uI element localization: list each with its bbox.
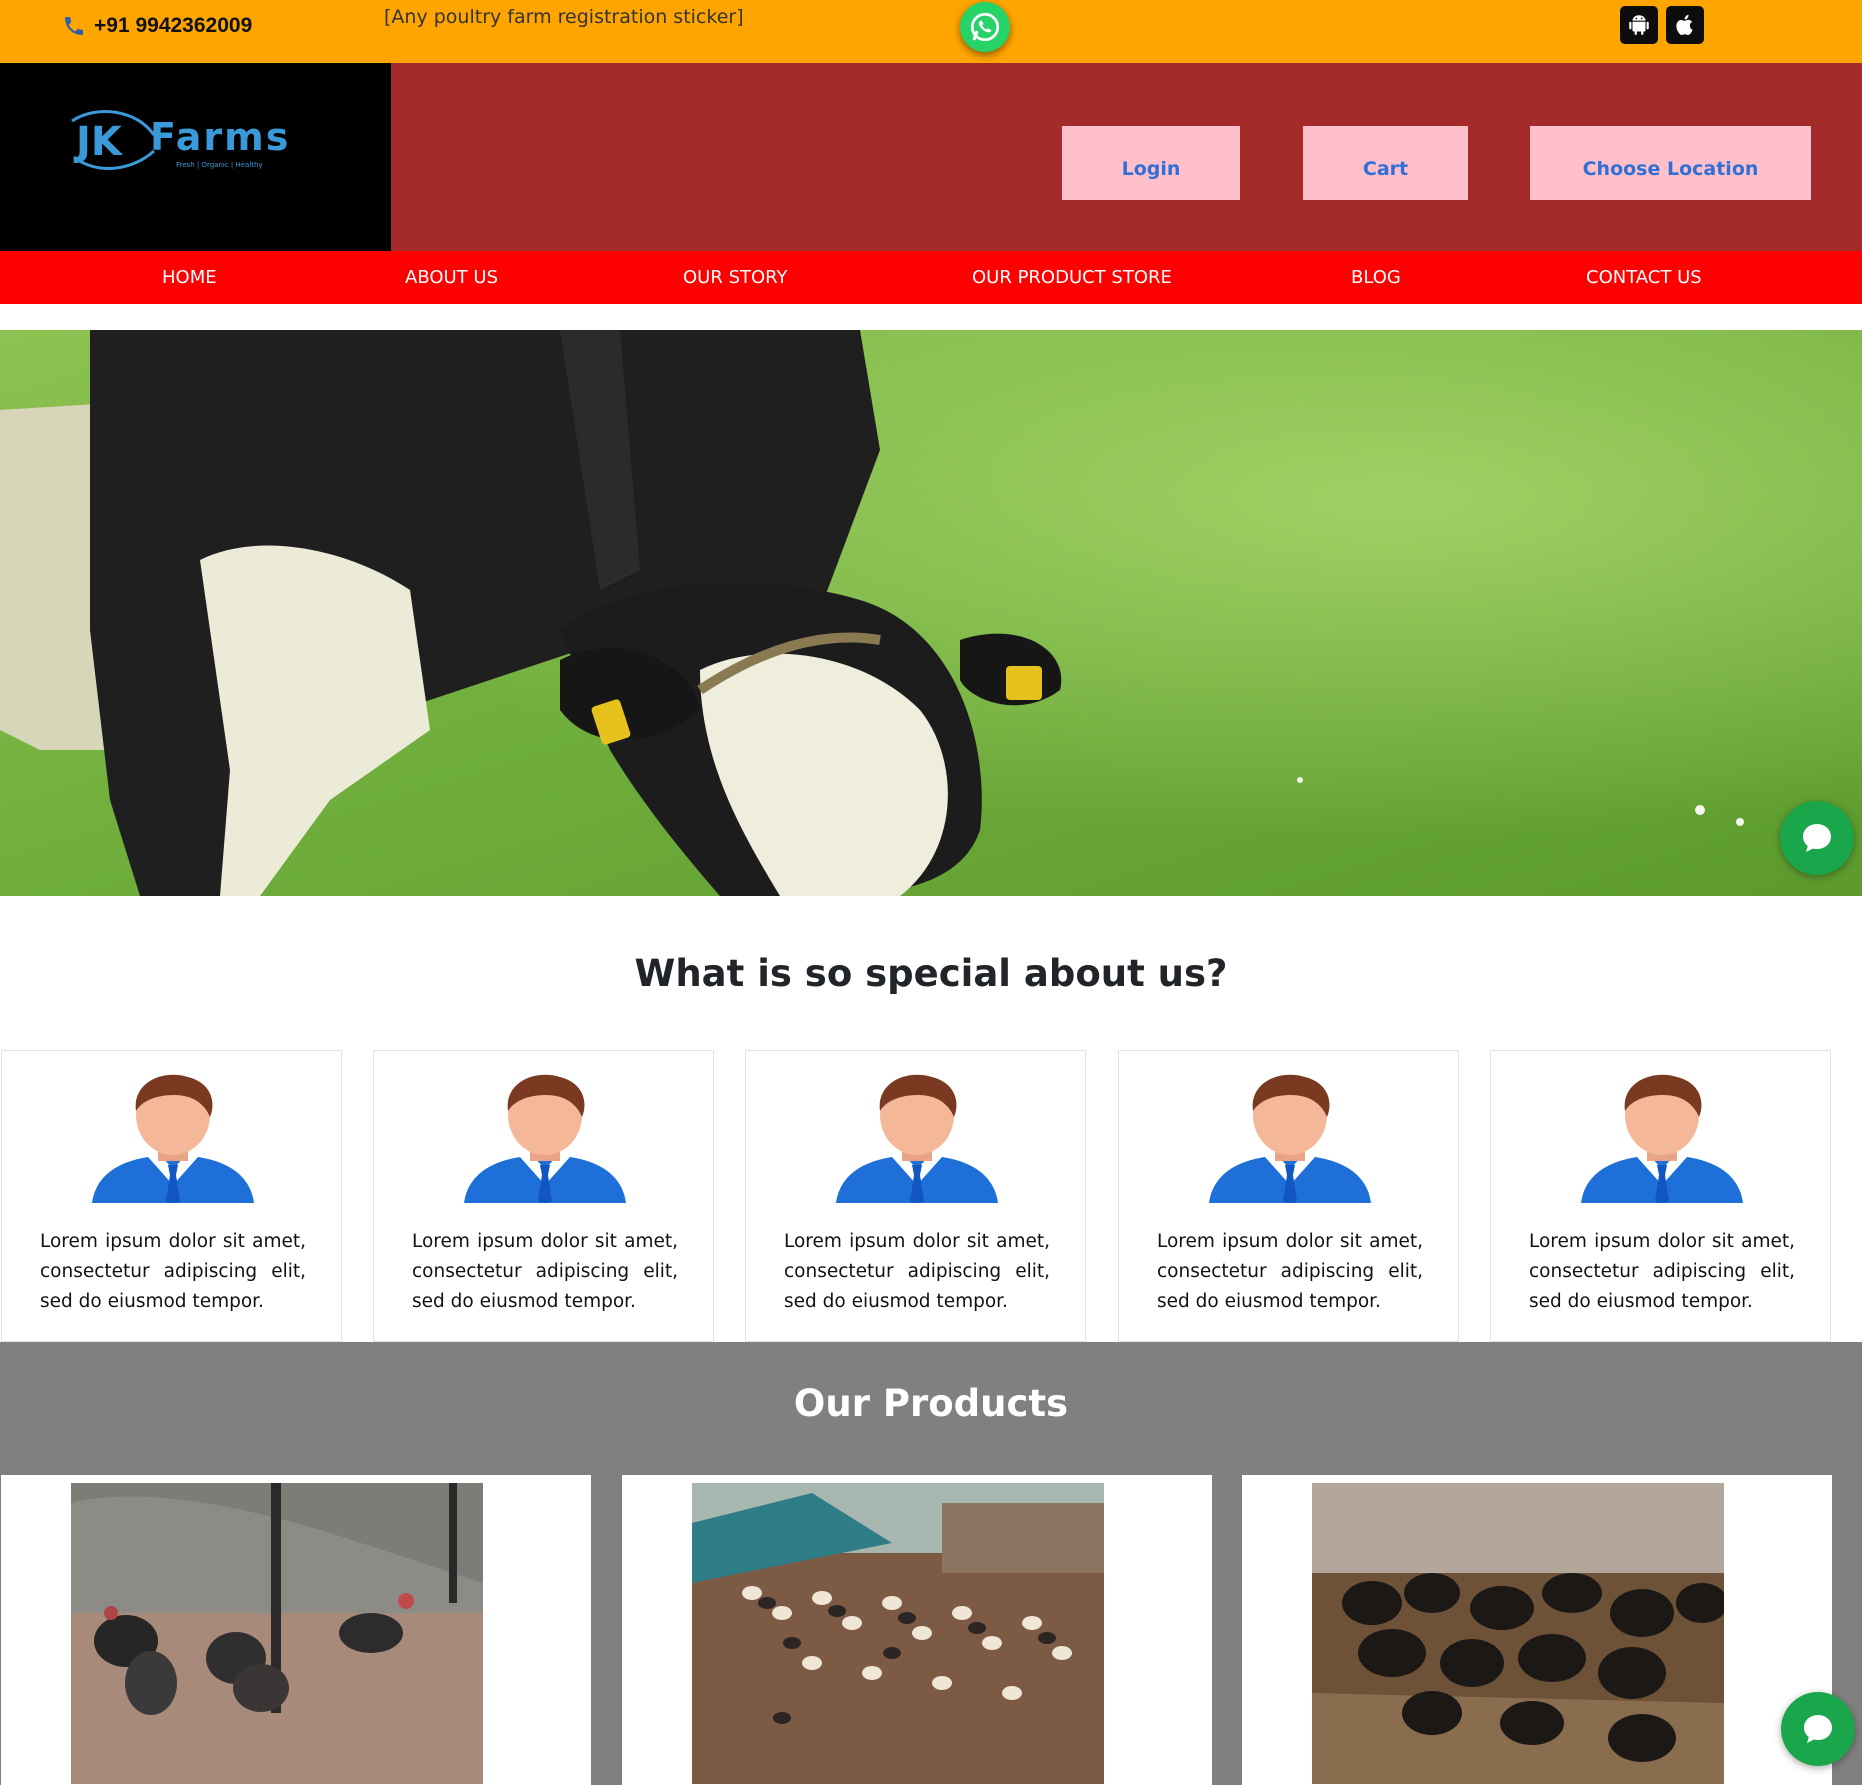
chat-button-top[interactable]	[1780, 801, 1854, 875]
feature-card: Lorem ipsum dolor sit amet, consectetur …	[745, 1050, 1086, 1342]
choose-location-button[interactable]: Choose Location	[1530, 126, 1811, 200]
feature-description: Lorem ipsum dolor sit amet, consectetur …	[1529, 1231, 1795, 1312]
cart-button[interactable]: Cart	[1303, 126, 1468, 200]
brand-tagline: Fresh | Organic | Healthy	[176, 161, 263, 169]
special-section-title: What is so special about us?	[634, 952, 1228, 995]
feature-card: Lorem ipsum dolor sit amet, consectetur …	[1, 1050, 342, 1342]
nav-item-contact-us[interactable]: CONTACT US	[1586, 251, 1702, 304]
svg-text:JK: JK	[73, 119, 124, 165]
chat-button-bottom[interactable]	[1781, 1692, 1855, 1766]
login-button[interactable]: Login	[1062, 126, 1240, 200]
apple-icon	[1676, 14, 1693, 35]
products-title: Our Products	[793, 1382, 1069, 1425]
top-bar: +91 9942362009 [Any poultry farm registr…	[0, 0, 1862, 63]
product-card[interactable]	[1242, 1475, 1832, 1785]
feature-card: Lorem ipsum dolor sit amet, consectetur …	[373, 1050, 714, 1342]
phone-number: +91 9942362009	[94, 14, 253, 37]
product-image-turkeys[interactable]	[71, 1483, 483, 1784]
android-icon	[1629, 15, 1649, 35]
brand-name: Farms	[150, 115, 291, 159]
black-chickens-photo	[1312, 1483, 1724, 1784]
feature-card: Lorem ipsum dolor sit amet, consectetur …	[1118, 1050, 1459, 1342]
nav-item-product-store[interactable]: OUR PRODUCT STORE	[972, 251, 1172, 304]
nav-item-home[interactable]: HOME	[162, 251, 217, 304]
logo-emblem: JK	[71, 110, 156, 170]
turkeys-photo	[71, 1483, 483, 1784]
main-nav: HOME ABOUT US OUR STORY OUR PRODUCT STOR…	[0, 251, 1862, 304]
feature-description: Lorem ipsum dolor sit amet, consectetur …	[412, 1231, 678, 1312]
product-image-chicks[interactable]	[692, 1483, 1104, 1784]
logo[interactable]: JK Farms Fresh | Organic | Healthy	[0, 63, 391, 251]
feature-card: Lorem ipsum dolor sit amet, consectetur …	[1490, 1050, 1831, 1342]
feature-description: Lorem ipsum dolor sit amet, consectetur …	[784, 1231, 1050, 1312]
nav-item-about-us[interactable]: ABOUT US	[405, 251, 498, 304]
user-avatar-icon	[836, 1074, 998, 1203]
nav-item-blog[interactable]: BLOG	[1351, 251, 1401, 304]
chat-bubble-icon	[1803, 824, 1831, 852]
product-card[interactable]	[622, 1475, 1212, 1785]
registration-sticker: [Any poultry farm registration sticker]	[384, 6, 744, 28]
site-header: JK Farms Fresh | Organic | Healthy Login…	[0, 63, 1862, 251]
whatsapp-icon	[970, 12, 1000, 42]
product-card[interactable]	[1, 1475, 591, 1785]
user-avatar-icon	[92, 1074, 254, 1203]
product-image-black-chickens[interactable]	[1312, 1483, 1724, 1784]
android-app-link[interactable]	[1620, 6, 1658, 44]
user-avatar-icon	[464, 1074, 626, 1203]
phone-contact[interactable]: +91 9942362009	[62, 14, 252, 38]
phone-icon	[65, 17, 83, 35]
user-avatar-icon	[1581, 1074, 1743, 1203]
whatsapp-button[interactable]	[960, 2, 1010, 52]
user-avatar-icon	[1209, 1074, 1371, 1203]
products-section: Our Products	[0, 1342, 1862, 1785]
hero-banner	[0, 330, 1862, 896]
cow-grazing-image	[0, 330, 1862, 896]
feature-description: Lorem ipsum dolor sit amet, consectetur …	[1157, 1231, 1423, 1312]
feature-description: Lorem ipsum dolor sit amet, consectetur …	[40, 1231, 306, 1312]
ios-app-link[interactable]	[1666, 6, 1704, 44]
chat-bubble-icon	[1804, 1715, 1832, 1743]
nav-item-our-story[interactable]: OUR STORY	[683, 251, 788, 304]
chicks-photo	[692, 1483, 1104, 1784]
